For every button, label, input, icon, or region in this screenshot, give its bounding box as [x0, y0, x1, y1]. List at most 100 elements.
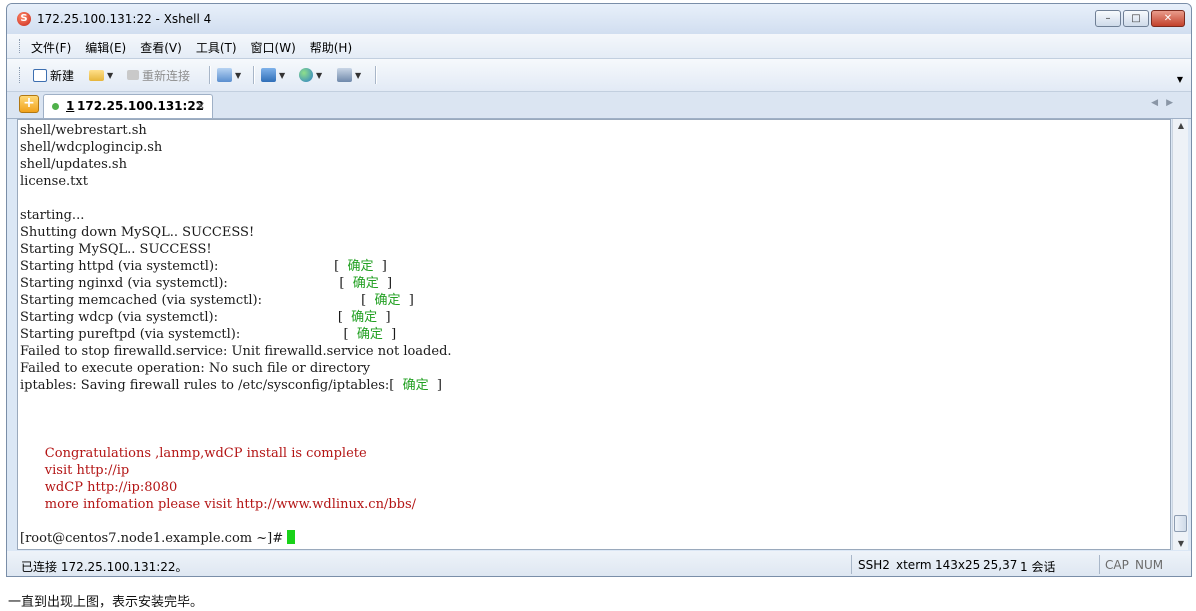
- chevron-down-icon[interactable]: ▼: [107, 71, 113, 80]
- status-terminal-type: xterm: [896, 558, 932, 572]
- new-session-icon: [33, 68, 47, 82]
- chevron-down-icon[interactable]: ▼: [355, 71, 361, 80]
- status-ok-text: 确定: [352, 276, 379, 291]
- terminal-line-text: Shutting down MySQL.. SUCCESS!: [20, 225, 255, 240]
- chevron-down-icon[interactable]: ▼: [279, 71, 285, 80]
- page-caption: 一直到出现上图，表示安装完毕。: [8, 595, 204, 610]
- terminal-line-text: Congratulations ,lanmp,wdCP install is c…: [20, 446, 367, 461]
- terminal-line-text: more infomation please visit http://www.…: [20, 497, 417, 512]
- connection-status: 已连接 172.25.100.131:22。: [21, 560, 188, 574]
- status-protocol: SSH2: [858, 558, 890, 572]
- terminal-line: [root@centos7.node1.example.com ~]#: [20, 530, 452, 547]
- toolbar: 新建 ▼ 重新连接 ▼ ▼ ▼ ▼ ▼: [7, 59, 1191, 92]
- terminal-line: license.txt: [20, 173, 452, 190]
- terminal-line: Starting wdcp (via systemctl): [ 确定 ]: [20, 309, 452, 326]
- menu-bar: 文件(F) 编辑(E) 查看(V) 工具(T) 窗口(W) 帮助(H): [7, 34, 1191, 59]
- terminal-line-text: Starting MySQL.. SUCCESS!: [20, 242, 212, 257]
- menu-edit[interactable]: 编辑(E): [85, 39, 126, 56]
- minimize-button[interactable]: –: [1095, 10, 1121, 27]
- new-session-button[interactable]: 新建: [33, 66, 74, 84]
- maximize-button[interactable]: □: [1123, 10, 1149, 27]
- tab-scroll-arrows-icon[interactable]: ◀▶: [1151, 98, 1181, 108]
- scrollbar-thumb[interactable]: [1174, 515, 1187, 532]
- terminal-line: Congratulations ,lanmp,wdCP install is c…: [20, 445, 452, 462]
- terminal-line-text: Starting nginxd (via systemctl): [: [20, 276, 353, 291]
- terminal-line-text: visit http://ip: [20, 463, 130, 478]
- terminal-line-text: starting...: [20, 208, 85, 223]
- tab-bar: + 1 172.25.100.131:22 × ◀▶: [7, 92, 1191, 119]
- scroll-up-icon[interactable]: ▲: [1173, 121, 1189, 130]
- toolbar-grip[interactable]: [19, 67, 23, 83]
- tab-close-icon[interactable]: ×: [196, 99, 205, 112]
- reconnect-label: 重新连接: [142, 68, 191, 83]
- toolbar-overflow-icon[interactable]: ▼: [1177, 75, 1183, 84]
- find-button[interactable]: ▼: [337, 66, 361, 84]
- xshell-window: S 172.25.100.131:22 - Xshell 4 – □ ✕ 文件(…: [6, 3, 1192, 577]
- status-ok-text: 确定: [351, 310, 378, 325]
- menu-grip[interactable]: [19, 39, 23, 53]
- status-sessions: 1 会话: [1020, 560, 1056, 574]
- terminal-line-tail: ]: [378, 276, 393, 291]
- chevron-down-icon[interactable]: ▼: [316, 71, 322, 80]
- status-num-lock: NUM: [1135, 558, 1164, 572]
- vertical-scrollbar[interactable]: ▲ ▼: [1172, 119, 1188, 550]
- terminal-line: shell/webrestart.sh: [20, 122, 452, 139]
- status-bar: 已连接 172.25.100.131:22。 SSH2 xterm 143x25…: [7, 551, 1191, 576]
- terminal-line: Starting pureftpd (via systemctl): [ 确定 …: [20, 326, 452, 343]
- terminal-line-text: [root@centos7.node1.example.com ~]#: [20, 531, 288, 546]
- transfer-button[interactable]: ▼: [261, 66, 285, 84]
- terminal-line: visit http://ip: [20, 462, 452, 479]
- scroll-down-icon[interactable]: ▼: [1173, 539, 1189, 548]
- terminal-line-text: shell/updates.sh: [20, 157, 127, 172]
- globe-button[interactable]: ▼: [299, 66, 322, 84]
- terminal-line-text: Starting wdcp (via systemctl): [: [20, 310, 352, 325]
- terminal-line: Starting memcached (via systemctl): [ 确定…: [20, 292, 452, 309]
- properties-button[interactable]: ▼: [217, 66, 241, 84]
- status-ok-text: 确定: [347, 259, 374, 274]
- terminal-line-text: Starting memcached (via systemctl): [: [20, 293, 375, 308]
- toolbar-separator: [375, 66, 377, 84]
- properties-icon: [217, 68, 232, 82]
- title-bar[interactable]: S 172.25.100.131:22 - Xshell 4 – □ ✕: [7, 4, 1191, 34]
- chevron-down-icon[interactable]: ▼: [235, 71, 241, 80]
- reconnect-icon: [127, 70, 139, 80]
- status-cursor-position: 25,37: [983, 558, 1018, 572]
- menu-window[interactable]: 窗口(W): [251, 39, 296, 56]
- menu-view[interactable]: 查看(V): [140, 39, 182, 56]
- terminal-line-text: shell/wdcplogincip.sh: [20, 140, 163, 155]
- connected-status-icon: [52, 103, 59, 110]
- terminal-cursor: [287, 530, 296, 544]
- window-title: 172.25.100.131:22 - Xshell 4: [37, 12, 212, 26]
- terminal-line-text: Failed to stop firewalld.service: Unit f…: [20, 344, 452, 359]
- toolbar-separator: [209, 66, 211, 84]
- tab-label: 172.25.100.131:22: [77, 99, 205, 113]
- terminal-line-text: wdCP http://ip:8080: [20, 480, 178, 495]
- terminal-view[interactable]: shell/webrestart.sh shell/wdcplogincip.sh…: [17, 119, 1171, 550]
- menu-tools[interactable]: 工具(T): [196, 39, 237, 56]
- status-separator: [1099, 555, 1100, 574]
- terminal-line: Failed to stop firewalld.service: Unit f…: [20, 343, 452, 360]
- reconnect-button[interactable]: 重新连接: [127, 66, 190, 84]
- status-ok-text: 确定: [402, 378, 429, 393]
- terminal-line-tail: ]: [373, 259, 387, 274]
- terminal-line-tail: ]: [400, 293, 414, 308]
- close-button[interactable]: ✕: [1151, 10, 1185, 27]
- globe-icon: [299, 68, 313, 82]
- menu-file[interactable]: 文件(F): [31, 39, 71, 56]
- xshell-app-icon[interactable]: S: [17, 12, 31, 26]
- tab-session-1[interactable]: 1 172.25.100.131:22 ×: [43, 94, 213, 118]
- new-tab-plus-icon[interactable]: +: [19, 95, 39, 113]
- status-ok-text: 确定: [356, 327, 383, 342]
- terminal-line-text: iptables: Saving firewall rules to /etc/…: [20, 378, 403, 393]
- menu-help[interactable]: 帮助(H): [310, 39, 352, 56]
- find-icon: [337, 68, 352, 82]
- toolbar-separator: [253, 66, 255, 84]
- terminal-line: wdCP http://ip:8080: [20, 479, 452, 496]
- open-folder-button[interactable]: ▼: [89, 66, 113, 84]
- terminal-line-tail: ]: [428, 378, 442, 393]
